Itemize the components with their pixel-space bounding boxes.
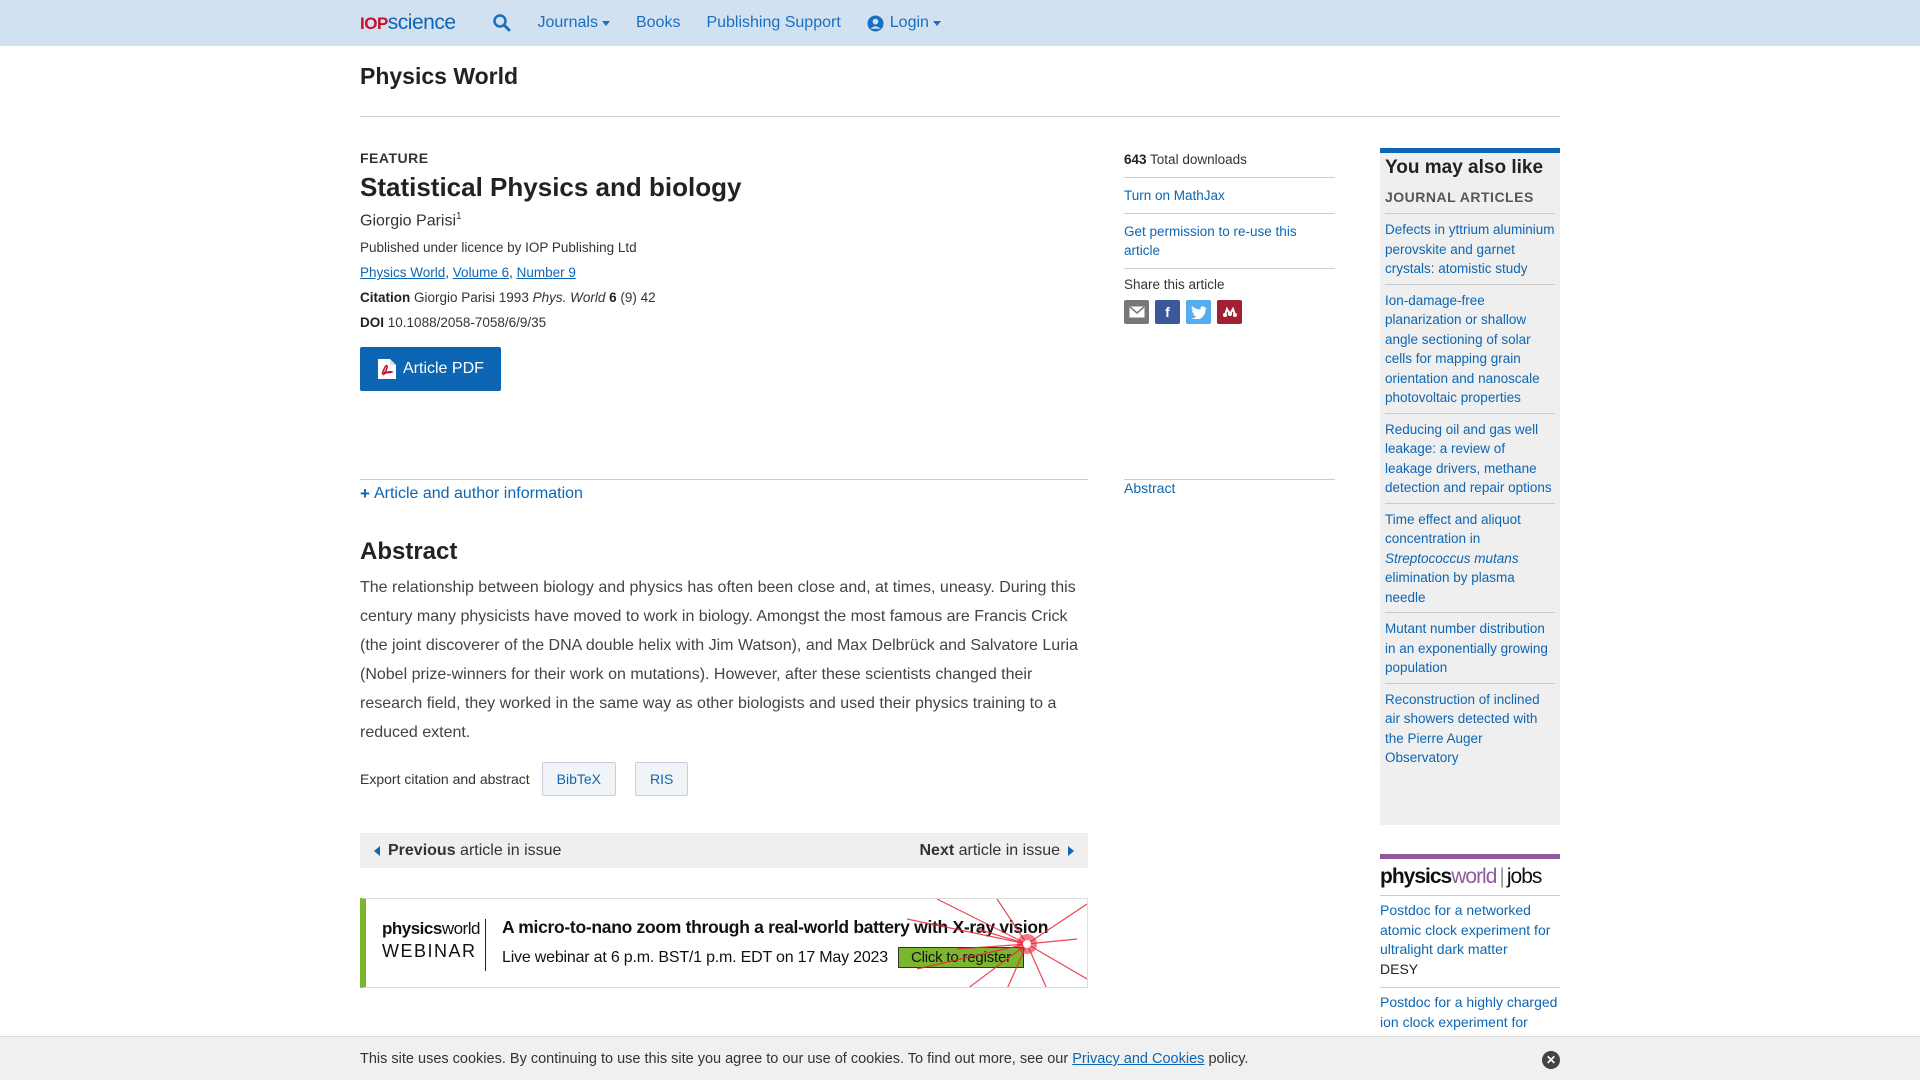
chevron-down-icon xyxy=(601,20,610,26)
breadcrumb-volume-link[interactable]: Volume 6 xyxy=(453,265,509,280)
related-article-link[interactable]: Reconstruction of inclined air showers d… xyxy=(1385,684,1555,773)
mendeley-share-icon[interactable] xyxy=(1217,300,1242,324)
turn-on-mathjax-link[interactable]: Turn on MathJax xyxy=(1124,188,1225,203)
related-article-link[interactable]: Defects in yttrium aluminium perovskite … xyxy=(1385,214,1555,285)
share-label: Share this article xyxy=(1124,277,1225,292)
close-icon[interactable]: ✕ xyxy=(1542,1051,1560,1069)
divider xyxy=(1380,854,1560,859)
doi-line: DOI 10.1088/2058-7058/6/9/35 xyxy=(360,315,547,331)
related-article-link[interactable]: Ion-damage-free planarization or shallow… xyxy=(1385,285,1555,414)
article-pdf-button[interactable]: Article PDF xyxy=(360,347,501,392)
cookie-consent-bar: This site uses cookies. By continuing to… xyxy=(0,1036,1920,1080)
laser-burst-graphic xyxy=(906,899,1087,987)
article-tools-sidebar: 643 Total downloads Turn on MathJax Get … xyxy=(1124,150,1335,324)
breadcrumb-journal-link[interactable]: Physics World xyxy=(360,265,445,280)
facebook-share-icon[interactable]: f xyxy=(1155,300,1180,324)
plus-icon: + xyxy=(360,484,370,503)
article-header: FEATURE Statistical Physics and biology … xyxy=(360,150,1088,392)
logo-separator: | xyxy=(1499,865,1505,888)
twitter-share-icon[interactable] xyxy=(1186,300,1211,324)
privacy-cookies-link[interactable]: Privacy and Cookies xyxy=(1072,1051,1204,1067)
abstract-heading: Abstract xyxy=(360,538,458,565)
job-employer: DESY xyxy=(1380,960,1560,988)
physics-world-jobs-logo[interactable]: physics world | jobs xyxy=(1380,865,1560,896)
citation-line: Citation Giorgio Parisi 1993 Phys. World… xyxy=(360,290,656,306)
licence-text: Published under licence by IOP Publishin… xyxy=(360,240,637,256)
search-icon[interactable] xyxy=(492,13,512,33)
nav-publishing-support-link[interactable]: Publishing Support xyxy=(706,14,840,32)
iopscience-logo[interactable]: IOP science xyxy=(360,11,456,35)
previous-article-link[interactable]: Previous article in issue xyxy=(374,842,561,860)
chevron-down-icon xyxy=(932,20,941,26)
doi-value: 10.1088/2058-7058/6/9/35 xyxy=(387,315,547,331)
export-citation-row: Export citation and abstract BibTeX RIS xyxy=(360,762,689,796)
related-article-link[interactable]: Time effect and aliquot concentration in… xyxy=(1385,504,1555,613)
chevron-right-icon xyxy=(1068,845,1074,856)
mendeley-icon xyxy=(1222,306,1237,317)
you-may-also-like-heading: You may also like xyxy=(1385,157,1544,178)
article-breadcrumb: Physics World, Volume 6, Number 9 xyxy=(360,265,576,281)
article-author: Giorgio Parisi1 xyxy=(360,211,462,230)
divider xyxy=(360,116,1560,117)
related-article-link[interactable]: Mutant number distribution in an exponen… xyxy=(1385,613,1555,684)
article-title: Statistical Physics and biology xyxy=(360,172,742,202)
related-article-link[interactable]: Reducing oil and gas well leakage: a rev… xyxy=(1385,414,1555,504)
journal-articles-subheading: JOURNAL ARTICLES xyxy=(1385,189,1555,214)
cookie-message: This site uses cookies. By continuing to… xyxy=(360,1051,1249,1067)
user-circle-icon xyxy=(867,14,884,32)
pdf-file-icon xyxy=(378,359,396,380)
job-listing: Postdoc for a networked atomic clock exp… xyxy=(1380,896,1560,988)
physics-world-webinar-logo: physicsworld WEBINAR xyxy=(382,919,486,971)
email-share-icon[interactable] xyxy=(1124,300,1149,324)
physics-world-jobs-panel: physics world | jobs Postdoc for a networke… xyxy=(1380,854,1560,1052)
abstract-text: The relationship between biology and phy… xyxy=(360,579,1078,741)
issue-navigation: Previous article in issue Next article i… xyxy=(360,833,1088,868)
top-navigation-bar: IOP science Journals Books Publishing Sup… xyxy=(0,0,1920,46)
nav-journals-dropdown[interactable]: Journals xyxy=(538,14,610,32)
nav-login-dropdown[interactable]: Login xyxy=(867,14,941,32)
job-title-link[interactable]: Postdoc for a networked atomic clock exp… xyxy=(1380,901,1560,960)
article-type-label: FEATURE xyxy=(360,150,429,166)
bird-icon xyxy=(1190,305,1207,319)
ris-button[interactable]: RIS xyxy=(635,762,689,796)
get-permission-link[interactable]: Get permission to re-use this article xyxy=(1124,224,1297,258)
author-affiliation-marker[interactable]: 1 xyxy=(456,211,462,222)
permission-row: Get permission to re-use this article xyxy=(1124,222,1335,269)
you-may-also-like-panel: You may also like JOURNAL ARTICLES Defec… xyxy=(1380,148,1560,825)
journal-title: Physics World xyxy=(360,63,519,89)
total-downloads: 643 Total downloads xyxy=(1124,150,1335,178)
bibtex-button[interactable]: BibTeX xyxy=(541,762,617,796)
article-author-info-toggle[interactable]: + Article and author information xyxy=(360,484,583,504)
webinar-advert-banner[interactable]: physicsworld WEBINAR A micro-to-nano zoo… xyxy=(360,898,1088,988)
envelope-icon xyxy=(1129,306,1144,318)
divider xyxy=(360,479,1088,480)
breadcrumb-number-link[interactable]: Number 9 xyxy=(517,265,576,280)
mathjax-row: Turn on MathJax xyxy=(1124,186,1335,214)
chevron-left-icon xyxy=(374,845,380,856)
nav-books-link[interactable]: Books xyxy=(636,14,680,32)
share-section: Share this article f xyxy=(1124,277,1335,324)
sidebar-abstract-link[interactable]: Abstract xyxy=(1124,480,1175,496)
next-article-link[interactable]: Next article in issue xyxy=(919,842,1074,860)
